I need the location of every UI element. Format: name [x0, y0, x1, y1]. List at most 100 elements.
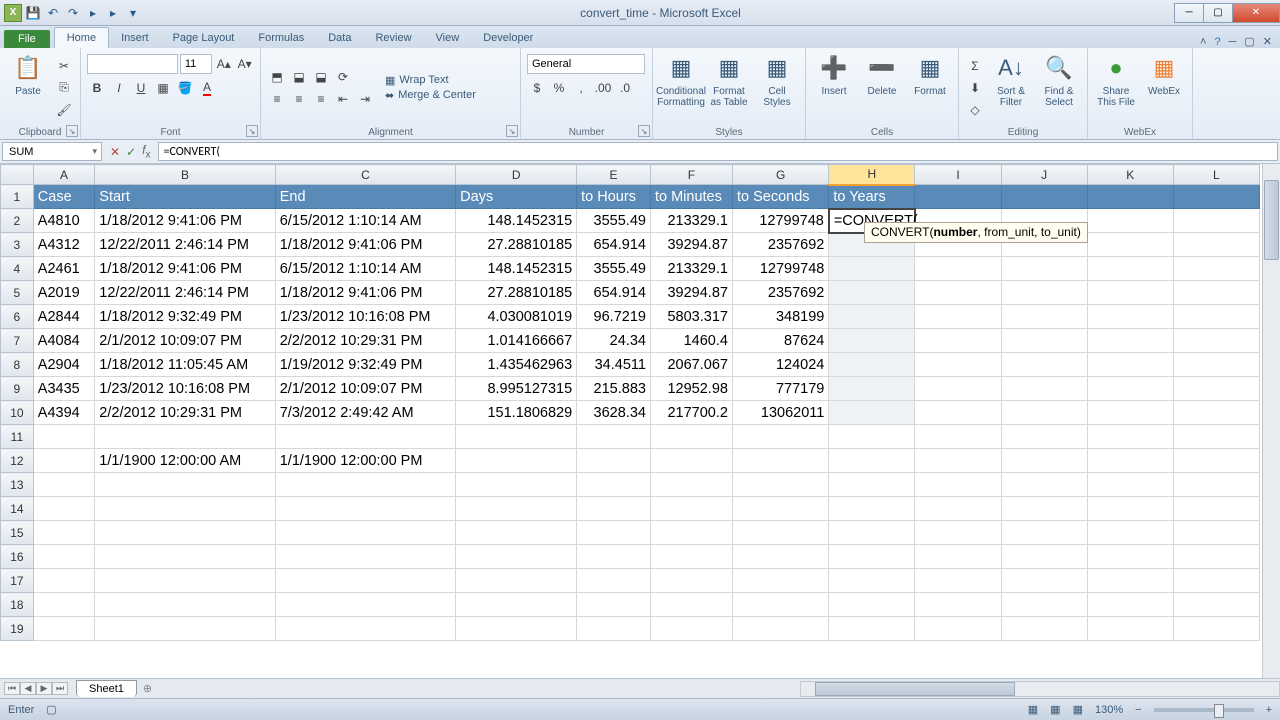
view-normal-icon[interactable]: ▦: [1028, 703, 1038, 716]
cell[interactable]: [1001, 305, 1087, 329]
cell[interactable]: [650, 521, 732, 545]
cell[interactable]: [1087, 593, 1173, 617]
row-header-8[interactable]: 8: [1, 353, 34, 377]
cell[interactable]: [95, 521, 275, 545]
cell[interactable]: [650, 449, 732, 473]
cell[interactable]: [1087, 209, 1173, 233]
cell[interactable]: [650, 617, 732, 641]
cell[interactable]: 34.4511: [577, 353, 651, 377]
cell[interactable]: [732, 425, 828, 449]
formula-input[interactable]: =CONVERT(: [158, 142, 1278, 161]
tab-view[interactable]: View: [424, 28, 472, 48]
align-bottom-icon[interactable]: ⬓: [311, 67, 331, 87]
align-right-icon[interactable]: ≡: [311, 89, 331, 109]
cell[interactable]: [33, 425, 95, 449]
wrap-text-button[interactable]: ▦Wrap Text: [385, 74, 476, 87]
zoom-in-icon[interactable]: +: [1266, 704, 1272, 716]
cell[interactable]: [577, 473, 651, 497]
cell[interactable]: [1087, 257, 1173, 281]
cell[interactable]: 213329.1: [650, 257, 732, 281]
cell[interactable]: [33, 497, 95, 521]
zoom-level[interactable]: 130%: [1095, 704, 1123, 716]
row-header-4[interactable]: 4: [1, 257, 34, 281]
cell[interactable]: [33, 545, 95, 569]
cell[interactable]: [732, 521, 828, 545]
cell[interactable]: A4084: [33, 329, 95, 353]
cell[interactable]: [915, 257, 1001, 281]
cell[interactable]: [1001, 545, 1087, 569]
cell[interactable]: 1/18/2012 9:32:49 PM: [95, 305, 275, 329]
workbook-close-icon[interactable]: ✕: [1263, 35, 1272, 48]
cell[interactable]: 1/1/1900 12:00:00 AM: [95, 449, 275, 473]
autosum-icon[interactable]: Σ: [965, 56, 985, 76]
tab-review[interactable]: Review: [363, 28, 423, 48]
cell[interactable]: 27.28810185: [456, 281, 577, 305]
format-as-table-button[interactable]: ▦Format as Table: [707, 50, 751, 125]
row-header-9[interactable]: 9: [1, 377, 34, 401]
cell[interactable]: [275, 425, 455, 449]
cell[interactable]: 12799748: [732, 209, 828, 233]
cell[interactable]: [650, 497, 732, 521]
font-size-select[interactable]: 11: [180, 54, 213, 74]
column-header-L[interactable]: L: [1173, 165, 1259, 185]
cell[interactable]: [1001, 377, 1087, 401]
cell[interactable]: 148.1452315: [456, 209, 577, 233]
webex-button[interactable]: ▦WebEx: [1142, 50, 1186, 125]
column-header-A[interactable]: A: [33, 165, 95, 185]
shrink-font-icon[interactable]: A▾: [235, 54, 254, 74]
font-color-icon[interactable]: A: [197, 78, 217, 98]
cell[interactable]: 213329.1: [650, 209, 732, 233]
cell[interactable]: 5803.317: [650, 305, 732, 329]
cell[interactable]: [577, 521, 651, 545]
tab-developer[interactable]: Developer: [471, 28, 545, 48]
cell[interactable]: 7/3/2012 2:49:42 AM: [275, 401, 455, 425]
cell[interactable]: [1087, 617, 1173, 641]
cell[interactable]: [95, 473, 275, 497]
fill-icon[interactable]: ⬇: [965, 78, 985, 98]
tab-home[interactable]: Home: [54, 27, 109, 48]
cell[interactable]: to Hours: [577, 185, 651, 209]
cell[interactable]: [650, 569, 732, 593]
cell[interactable]: [1001, 569, 1087, 593]
workbook-minimize-icon[interactable]: ─: [1229, 36, 1237, 48]
cell[interactable]: 6/15/2012 1:10:14 AM: [275, 209, 455, 233]
tab-data[interactable]: Data: [316, 28, 363, 48]
print-icon[interactable]: ▾: [124, 4, 142, 22]
cell[interactable]: [732, 545, 828, 569]
underline-icon[interactable]: U: [131, 78, 151, 98]
cell[interactable]: 2067.067: [650, 353, 732, 377]
cell[interactable]: [1173, 257, 1259, 281]
cell[interactable]: [33, 569, 95, 593]
cell[interactable]: [829, 353, 915, 377]
cell[interactable]: [915, 593, 1001, 617]
cell[interactable]: [33, 593, 95, 617]
decrease-decimal-icon[interactable]: .0: [615, 78, 635, 98]
sort-filter-button[interactable]: A↓Sort & Filter: [989, 50, 1033, 125]
cell[interactable]: 27.28810185: [456, 233, 577, 257]
increase-decimal-icon[interactable]: .00: [593, 78, 613, 98]
cell[interactable]: [1173, 473, 1259, 497]
cell[interactable]: [1173, 305, 1259, 329]
align-top-icon[interactable]: ⬒: [267, 67, 287, 87]
clipboard-launcher[interactable]: ↘: [66, 125, 78, 137]
cell[interactable]: [95, 617, 275, 641]
cell[interactable]: [915, 425, 1001, 449]
conditional-formatting-button[interactable]: ▦Conditional Formatting: [659, 50, 703, 125]
cell[interactable]: 1460.4: [650, 329, 732, 353]
cell[interactable]: [1087, 185, 1173, 209]
copy-icon[interactable]: ⎘: [54, 78, 74, 98]
cell[interactable]: A4394: [33, 401, 95, 425]
cell[interactable]: 12/22/2011 2:46:14 PM: [95, 233, 275, 257]
cell[interactable]: 12952.98: [650, 377, 732, 401]
cell[interactable]: [1173, 281, 1259, 305]
cell[interactable]: 96.7219: [577, 305, 651, 329]
cell[interactable]: [829, 425, 915, 449]
cell[interactable]: [577, 497, 651, 521]
cell[interactable]: 2/1/2012 10:09:07 PM: [95, 329, 275, 353]
cell[interactable]: [732, 593, 828, 617]
cell[interactable]: 1/1/1900 12:00:00 PM: [275, 449, 455, 473]
row-header-3[interactable]: 3: [1, 233, 34, 257]
fill-color-icon[interactable]: 🪣: [175, 78, 195, 98]
help-icon[interactable]: ?: [1214, 36, 1220, 48]
cell[interactable]: [1001, 521, 1087, 545]
